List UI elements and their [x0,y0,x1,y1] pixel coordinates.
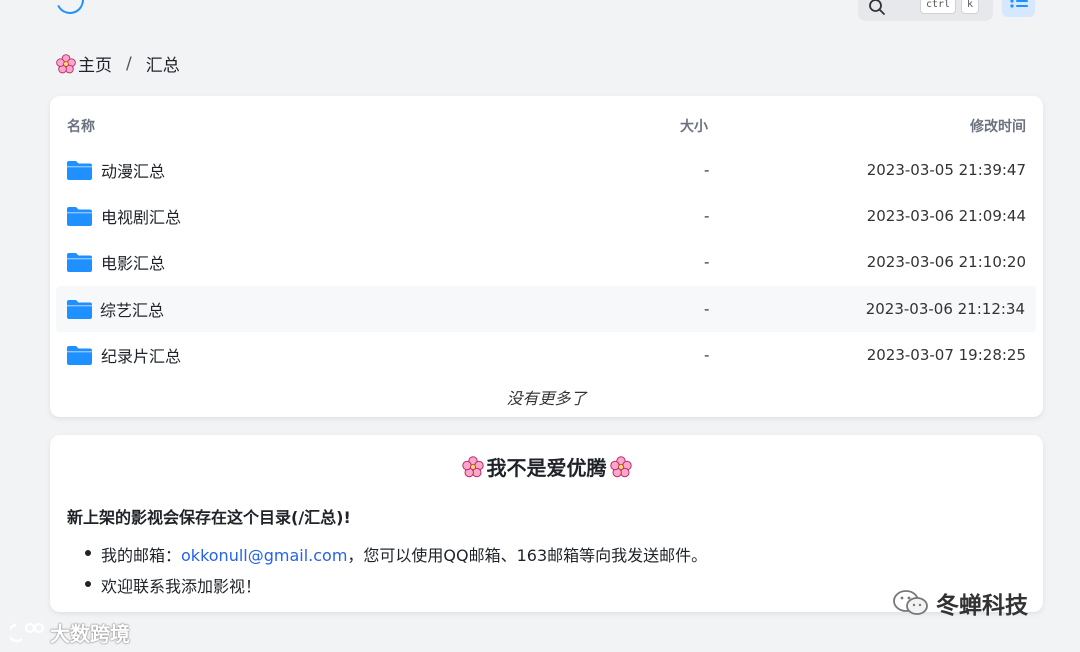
file-name[interactable]: 动漫汇总 [101,158,165,182]
breadcrumb-home-link[interactable]: 主页 [78,51,112,76]
email-label: 我的邮箱： [101,546,182,565]
file-modified-time: 2023-03-06 21:10:20 [866,253,1026,271]
column-header-name[interactable]: 名称 [67,116,95,136]
file-modified-time: 2023-03-07 19:28:25 [866,346,1026,364]
file-modified-time: 2023-03-05 21:39:47 [866,161,1026,179]
file-size: - [704,253,710,271]
watermark-left-text: 大数跨境 [50,622,130,646]
cherry-blossom-icon [461,455,484,477]
file-list-card: 名称 大小 修改时间 动漫汇总 - 2023-03-05 21:39:47 电视… [50,96,1043,417]
file-size: - [704,300,710,318]
file-size: - [704,346,710,364]
top-bar: ctrl k [0,0,1080,24]
folder-icon [67,207,92,226]
end-of-list-text: 没有更多了 [506,389,587,408]
cherry-blossom-icon [609,455,632,477]
file-row[interactable]: 综艺汇总 - 2023-03-06 21:12:34 [56,286,1036,332]
breadcrumb: 主页 / 汇总 [55,51,180,76]
watermark-left: 大数跨境 [10,618,130,647]
list-view-toggle[interactable] [1002,0,1035,17]
file-row[interactable]: 电影汇总 - 2023-03-06 21:10:20 [50,239,1043,285]
shortcut-key-k: k [961,0,980,14]
folder-icon [67,346,92,365]
file-row[interactable]: 动漫汇总 - 2023-03-05 21:39:47 [50,147,1043,193]
readme-title: 我不是爱优腾 [50,452,1043,481]
file-modified-time: 2023-03-06 21:09:44 [866,207,1026,225]
logo-icon[interactable] [52,0,88,18]
file-name[interactable]: 电影汇总 [101,250,165,274]
readme-title-text: 我不是爱优腾 [486,456,607,480]
brand-logo-icon [10,622,45,642]
readme-list: 我的邮箱：okkonull@gmail.com，您可以使用QQ邮箱、163邮箱等… [83,542,707,604]
watermark-right: 冬蝉科技 [892,586,1028,620]
column-header-size[interactable]: 大小 [680,116,708,136]
file-name[interactable]: 综艺汇总 [100,297,164,321]
folder-icon [67,300,92,319]
email-note: ，您可以使用QQ邮箱、163邮箱等向我发送邮件。 [347,546,708,565]
file-modified-time: 2023-03-06 21:12:34 [865,300,1025,318]
list-icon [1010,0,1028,8]
cherry-blossom-icon [56,53,76,73]
email-link[interactable]: okkonull@gmail.com [181,546,347,565]
readme-lead-text: 新上架的影视会保存在这个目录(/汇总)! [67,508,351,527]
file-size: - [704,207,710,225]
wechat-icon [893,590,928,615]
folder-icon [67,253,92,272]
file-name[interactable]: 电视剧汇总 [101,204,181,228]
file-row[interactable]: 纪录片汇总 - 2023-03-07 19:28:25 [50,332,1043,378]
list-item: 我的邮箱：okkonull@gmail.com，您可以使用QQ邮箱、163邮箱等… [83,542,707,573]
watermark-right-text: 冬蝉科技 [936,593,1028,619]
shortcut-key-ctrl: ctrl [920,0,957,14]
file-name[interactable]: 纪录片汇总 [101,343,181,367]
search-button[interactable]: ctrl k [858,0,993,21]
breadcrumb-separator: / [126,53,132,74]
file-row[interactable]: 电视剧汇总 - 2023-03-06 21:09:44 [50,193,1043,239]
file-size: - [704,161,710,179]
breadcrumb-current[interactable]: 汇总 [146,51,180,76]
search-icon [869,0,885,15]
contact-note: 欢迎联系我添加影视！ [101,577,262,596]
folder-icon [67,161,92,180]
column-header-modified[interactable]: 修改时间 [970,116,1026,136]
list-item: 欢迎联系我添加影视！ [83,573,707,604]
